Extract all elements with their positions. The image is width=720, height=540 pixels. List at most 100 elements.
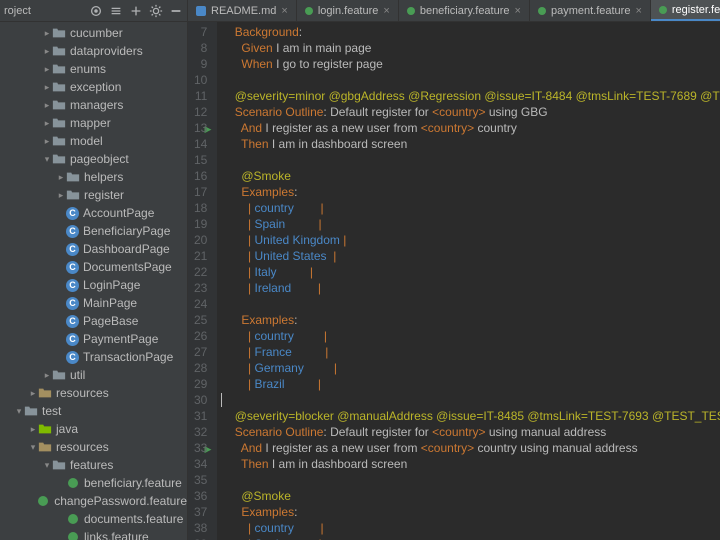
- code-line[interactable]: Background:: [221, 24, 720, 40]
- code-line[interactable]: | United States |: [221, 248, 720, 264]
- tree-arrow-icon[interactable]: ▾: [42, 154, 52, 165]
- tree-item-enums[interactable]: ▸enums: [0, 60, 187, 78]
- tab-register-feature[interactable]: register.feature×: [651, 0, 720, 21]
- line-number[interactable]: 15: [194, 152, 207, 168]
- code-line[interactable]: Then I am in dashboard screen: [221, 456, 720, 472]
- tree-item-java[interactable]: ▸java: [0, 420, 187, 438]
- code-line[interactable]: [221, 152, 720, 168]
- line-number[interactable]: 18: [194, 200, 207, 216]
- code-line[interactable]: And I register as a new user from <count…: [221, 440, 720, 456]
- hide-icon[interactable]: [169, 4, 183, 18]
- tree-arrow-icon[interactable]: ▸: [42, 118, 52, 129]
- line-number[interactable]: 13: [194, 120, 207, 136]
- line-number[interactable]: 30: [194, 392, 207, 408]
- line-number[interactable]: 19: [194, 216, 207, 232]
- code-line[interactable]: | France |: [221, 344, 720, 360]
- line-number[interactable]: 12 ▶: [194, 104, 207, 120]
- line-number[interactable]: 29: [194, 376, 207, 392]
- code-line[interactable]: Examples:: [221, 312, 720, 328]
- tree-item-DocumentsPage[interactable]: CDocumentsPage: [0, 258, 187, 276]
- tree-item-TransactionPage[interactable]: CTransactionPage: [0, 348, 187, 366]
- tree-item-BeneficiaryPage[interactable]: CBeneficiaryPage: [0, 222, 187, 240]
- code-line[interactable]: [221, 392, 720, 408]
- code-line[interactable]: Given I am in main page: [221, 40, 720, 56]
- tree-item-model[interactable]: ▸model: [0, 132, 187, 150]
- tree-arrow-icon[interactable]: ▸: [28, 388, 38, 399]
- expand-all-icon[interactable]: [109, 4, 123, 18]
- line-number[interactable]: 9: [194, 56, 207, 72]
- tree-item-changePassword-feature[interactable]: changePassword.feature: [0, 492, 187, 510]
- line-number[interactable]: 20: [194, 232, 207, 248]
- tab-beneficiary-feature[interactable]: beneficiary.feature×: [399, 0, 530, 21]
- line-number[interactable]: 8: [194, 40, 207, 56]
- line-gutter[interactable]: 789101112 ▶13141516171819202122232425262…: [188, 22, 217, 540]
- tree-arrow-icon[interactable]: ▸: [56, 190, 66, 201]
- tree-arrow-icon[interactable]: ▸: [42, 370, 52, 381]
- tree-item-AccountPage[interactable]: CAccountPage: [0, 204, 187, 222]
- code-line[interactable]: Scenario Outline: Default register for <…: [221, 424, 720, 440]
- code-line[interactable]: | country |: [221, 328, 720, 344]
- code-line[interactable]: | Spain |: [221, 536, 720, 540]
- line-number[interactable]: 16: [194, 168, 207, 184]
- line-number[interactable]: 38: [194, 520, 207, 536]
- tree-arrow-icon[interactable]: ▸: [42, 100, 52, 111]
- line-number[interactable]: 33: [194, 440, 207, 456]
- tree-item-dataproviders[interactable]: ▸dataproviders: [0, 42, 187, 60]
- code-line[interactable]: [221, 72, 720, 88]
- line-number[interactable]: 14: [194, 136, 207, 152]
- tree-item-cucumber[interactable]: ▸cucumber: [0, 24, 187, 42]
- code-content[interactable]: Background: Given I am in main page When…: [217, 22, 720, 540]
- code-line[interactable]: @severity=minor @gbgAddress @Regression …: [221, 88, 720, 104]
- code-line[interactable]: | United Kingdom |: [221, 232, 720, 248]
- line-number[interactable]: 39: [194, 536, 207, 540]
- tree-item-PaymentPage[interactable]: CPaymentPage: [0, 330, 187, 348]
- tree-item-resources[interactable]: ▾resources: [0, 438, 187, 456]
- line-number[interactable]: 36: [194, 488, 207, 504]
- collapse-all-icon[interactable]: [129, 4, 143, 18]
- tree-item-LoginPage[interactable]: CLoginPage: [0, 276, 187, 294]
- line-number[interactable]: 26: [194, 328, 207, 344]
- tree-arrow-icon[interactable]: ▾: [42, 460, 52, 471]
- code-line[interactable]: When I go to register page: [221, 56, 720, 72]
- line-number[interactable]: 7: [194, 24, 207, 40]
- line-number[interactable]: 31: [194, 408, 207, 424]
- code-line[interactable]: Then I am in dashboard screen: [221, 136, 720, 152]
- close-icon[interactable]: ×: [515, 5, 521, 17]
- code-area[interactable]: 789101112 ▶13141516171819202122232425262…: [188, 22, 720, 540]
- tree-item-beneficiary-feature[interactable]: beneficiary.feature: [0, 474, 187, 492]
- line-number[interactable]: 10: [194, 72, 207, 88]
- line-number[interactable]: 21: [194, 248, 207, 264]
- tree-item-links-feature[interactable]: links.feature: [0, 528, 187, 540]
- line-number[interactable]: 35: [194, 472, 207, 488]
- line-number[interactable]: 24: [194, 296, 207, 312]
- tab-payment-feature[interactable]: payment.feature×: [530, 0, 651, 21]
- code-line[interactable]: Examples:: [221, 504, 720, 520]
- tree-arrow-icon[interactable]: ▸: [42, 82, 52, 93]
- code-line[interactable]: | Brazil |: [221, 376, 720, 392]
- tree-item-util[interactable]: ▸util: [0, 366, 187, 384]
- tree-arrow-icon[interactable]: ▸: [42, 28, 52, 39]
- tree-item-exception[interactable]: ▸exception: [0, 78, 187, 96]
- project-tree[interactable]: ▸cucumber▸dataproviders▸enums▸exception▸…: [0, 22, 187, 540]
- line-number[interactable]: 25: [194, 312, 207, 328]
- tree-item-managers[interactable]: ▸managers: [0, 96, 187, 114]
- line-number[interactable]: 28: [194, 360, 207, 376]
- code-line[interactable]: Examples:: [221, 184, 720, 200]
- tree-arrow-icon[interactable]: ▾: [28, 442, 38, 453]
- code-line[interactable]: | country |: [221, 520, 720, 536]
- code-line[interactable]: Scenario Outline: Default register for <…: [221, 104, 720, 120]
- line-number[interactable]: 32 ▶: [194, 424, 207, 440]
- tree-item-helpers[interactable]: ▸helpers: [0, 168, 187, 186]
- line-number[interactable]: 22: [194, 264, 207, 280]
- tree-item-mapper[interactable]: ▸mapper: [0, 114, 187, 132]
- tab-login-feature[interactable]: login.feature×: [297, 0, 399, 21]
- tree-arrow-icon[interactable]: ▸: [28, 424, 38, 435]
- close-icon[interactable]: ×: [635, 5, 641, 17]
- tree-arrow-icon[interactable]: ▸: [42, 46, 52, 57]
- close-icon[interactable]: ×: [383, 5, 389, 17]
- gear-icon[interactable]: [149, 4, 163, 18]
- code-line[interactable]: | country |: [221, 200, 720, 216]
- code-line[interactable]: [221, 296, 720, 312]
- line-number[interactable]: 23: [194, 280, 207, 296]
- tree-item-PageBase[interactable]: CPageBase: [0, 312, 187, 330]
